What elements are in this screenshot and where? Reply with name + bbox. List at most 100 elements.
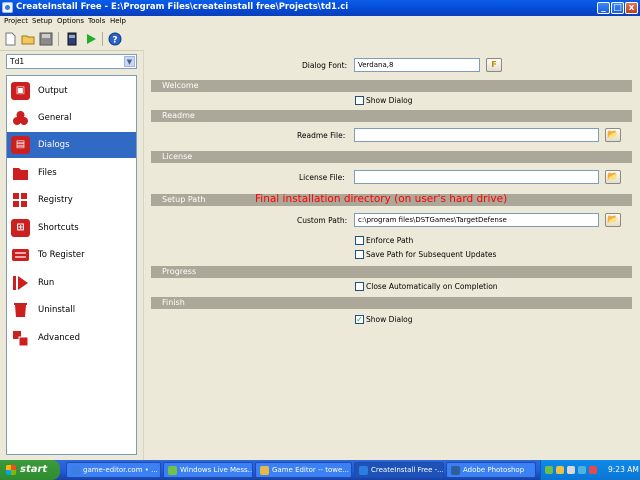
checkmark-icon: ✓ <box>356 315 363 324</box>
license-file-label: License File: <box>299 173 345 182</box>
section-license: License <box>151 151 632 163</box>
taskbar-item-label: game-editor.com • ... <box>83 466 158 474</box>
close-automatically-label: Close Automatically on Completion <box>366 282 498 291</box>
section-readme: Readme <box>151 110 632 122</box>
nav-item-output[interactable]: ▣ Output <box>7 78 136 104</box>
finish-show-dialog-checkbox[interactable]: ✓ <box>355 315 364 324</box>
shortcuts-icon: ⊞ <box>11 219 30 237</box>
nav-item-label: Files <box>38 168 57 178</box>
section-title: Setup Path <box>162 195 206 204</box>
enforce-path-label: Enforce Path <box>366 236 414 245</box>
nav-item-label: Run <box>38 278 55 288</box>
project-combo-value: Td1 <box>10 57 25 66</box>
custom-path-browse-button[interactable]: 📂 <box>605 213 621 227</box>
taskbar: start game-editor.com • ... Windows Live… <box>0 460 640 480</box>
save-path-checkbox[interactable] <box>355 250 364 259</box>
nav-item-label: Uninstall <box>38 305 76 315</box>
nav-item-general[interactable]: General <box>7 105 136 131</box>
maximize-button[interactable]: □ <box>611 2 624 14</box>
tray-messenger-icon[interactable] <box>578 466 586 474</box>
tray-network-icon[interactable] <box>545 466 553 474</box>
nav-list: ▣ Output General ▤ Dialogs Files Registr… <box>6 75 137 455</box>
dialog-font-field[interactable]: Verdana,8 <box>354 58 480 72</box>
taskbar-item-label: CreateInstall Free -... <box>371 466 444 474</box>
menu-help[interactable]: Help <box>110 17 126 25</box>
font-icon: F <box>491 60 497 69</box>
nav-item-shortcuts[interactable]: ⊞ Shortcuts <box>7 215 136 241</box>
enforce-path-checkbox[interactable] <box>355 236 364 245</box>
readme-browse-button[interactable]: 📂 <box>605 128 621 142</box>
start-button[interactable]: start <box>0 460 60 480</box>
taskbar-item-createinstall[interactable]: CreateInstall Free -... <box>354 462 444 478</box>
menu-tools[interactable]: Tools <box>88 17 105 25</box>
chevron-down-icon[interactable]: ▼ <box>124 56 135 67</box>
save-path-label: Save Path for Subsequent Updates <box>366 250 497 259</box>
nav-item-uninstall[interactable]: Uninstall <box>7 297 136 323</box>
section-welcome: Welcome <box>151 80 632 92</box>
nav-item-run[interactable]: Run <box>7 270 136 296</box>
section-title: Finish <box>162 298 185 307</box>
tray-volume-icon[interactable] <box>567 466 575 474</box>
nav-item-label: Dialogs <box>38 140 70 150</box>
files-icon <box>11 164 30 182</box>
tray-alert-icon[interactable] <box>589 466 597 474</box>
custom-path-field[interactable]: c:\program files\DSTGames\TargetDefense <box>354 213 599 227</box>
close-automatically-checkbox[interactable] <box>355 282 364 291</box>
taskbar-item-game-editor[interactable]: Game Editor -- towe... <box>255 462 352 478</box>
toolbar: ? <box>0 28 640 51</box>
readme-file-label: Readme File: <box>297 131 346 140</box>
font-picker-button[interactable]: F <box>486 58 502 72</box>
build-icon[interactable] <box>65 32 79 46</box>
nav-item-label: Output <box>38 86 68 96</box>
uninstall-icon <box>11 301 30 319</box>
clock[interactable]: 9:23 AM <box>608 465 639 474</box>
nav-item-label: General <box>38 113 72 123</box>
section-title: Progress <box>162 267 197 276</box>
readme-file-field[interactable] <box>354 128 599 142</box>
nav-item-label: Shortcuts <box>38 223 79 233</box>
help-icon[interactable]: ? <box>108 32 122 46</box>
window-title: CreateInstall Free - E:\Program Files\cr… <box>16 2 349 12</box>
title-bar[interactable]: CreateInstall Free - E:\Program Files\cr… <box>0 0 640 16</box>
nav-item-label: To Register <box>38 250 85 260</box>
toolbar-separator <box>58 32 59 46</box>
taskbar-item-label: Adobe Photoshop <box>463 466 525 474</box>
nav-item-registry[interactable]: Registry <box>7 187 136 213</box>
folder-icon: 📂 <box>607 130 619 140</box>
new-icon[interactable] <box>3 32 17 46</box>
menu-project[interactable]: Project <box>4 17 28 25</box>
registry-icon <box>11 191 30 209</box>
menu-setup[interactable]: Setup <box>32 17 52 25</box>
to-register-icon <box>11 246 30 264</box>
taskbar-item-label: Windows Live Mess... <box>180 466 253 474</box>
license-browse-button[interactable]: 📂 <box>605 170 621 184</box>
photoshop-icon <box>451 466 460 475</box>
save-icon[interactable] <box>39 32 53 46</box>
advanced-icon <box>11 329 30 347</box>
taskbar-item-photoshop[interactable]: Adobe Photoshop <box>446 462 536 478</box>
section-title: License <box>162 152 193 161</box>
toolbar-separator <box>102 32 103 46</box>
run-icon[interactable] <box>84 32 98 46</box>
close-button[interactable]: x <box>625 2 638 14</box>
nav-item-advanced[interactable]: Advanced <box>7 325 136 351</box>
nav-item-files[interactable]: Files <box>7 160 136 186</box>
license-file-field[interactable] <box>354 170 599 184</box>
nav-item-to-register[interactable]: To Register <box>7 242 136 268</box>
custom-path-label: Custom Path: <box>297 216 348 225</box>
browser-icon <box>71 466 80 475</box>
open-icon[interactable] <box>21 32 35 46</box>
taskbar-item-browser[interactable]: game-editor.com • ... <box>66 462 161 478</box>
start-label: start <box>20 464 48 475</box>
tray-security-icon[interactable] <box>556 466 564 474</box>
nav-item-dialogs[interactable]: ▤ Dialogs <box>7 132 136 158</box>
run-icon <box>11 274 30 292</box>
dialogs-icon: ▤ <box>11 136 30 154</box>
minimize-button[interactable]: _ <box>597 2 610 14</box>
taskbar-item-messenger[interactable]: Windows Live Mess... <box>163 462 253 478</box>
game-editor-icon <box>260 466 269 475</box>
menu-options[interactable]: Options <box>57 17 84 25</box>
project-combo[interactable]: Td1 ▼ <box>6 54 137 69</box>
welcome-show-dialog-checkbox[interactable] <box>355 96 364 105</box>
section-title: Welcome <box>162 81 199 90</box>
